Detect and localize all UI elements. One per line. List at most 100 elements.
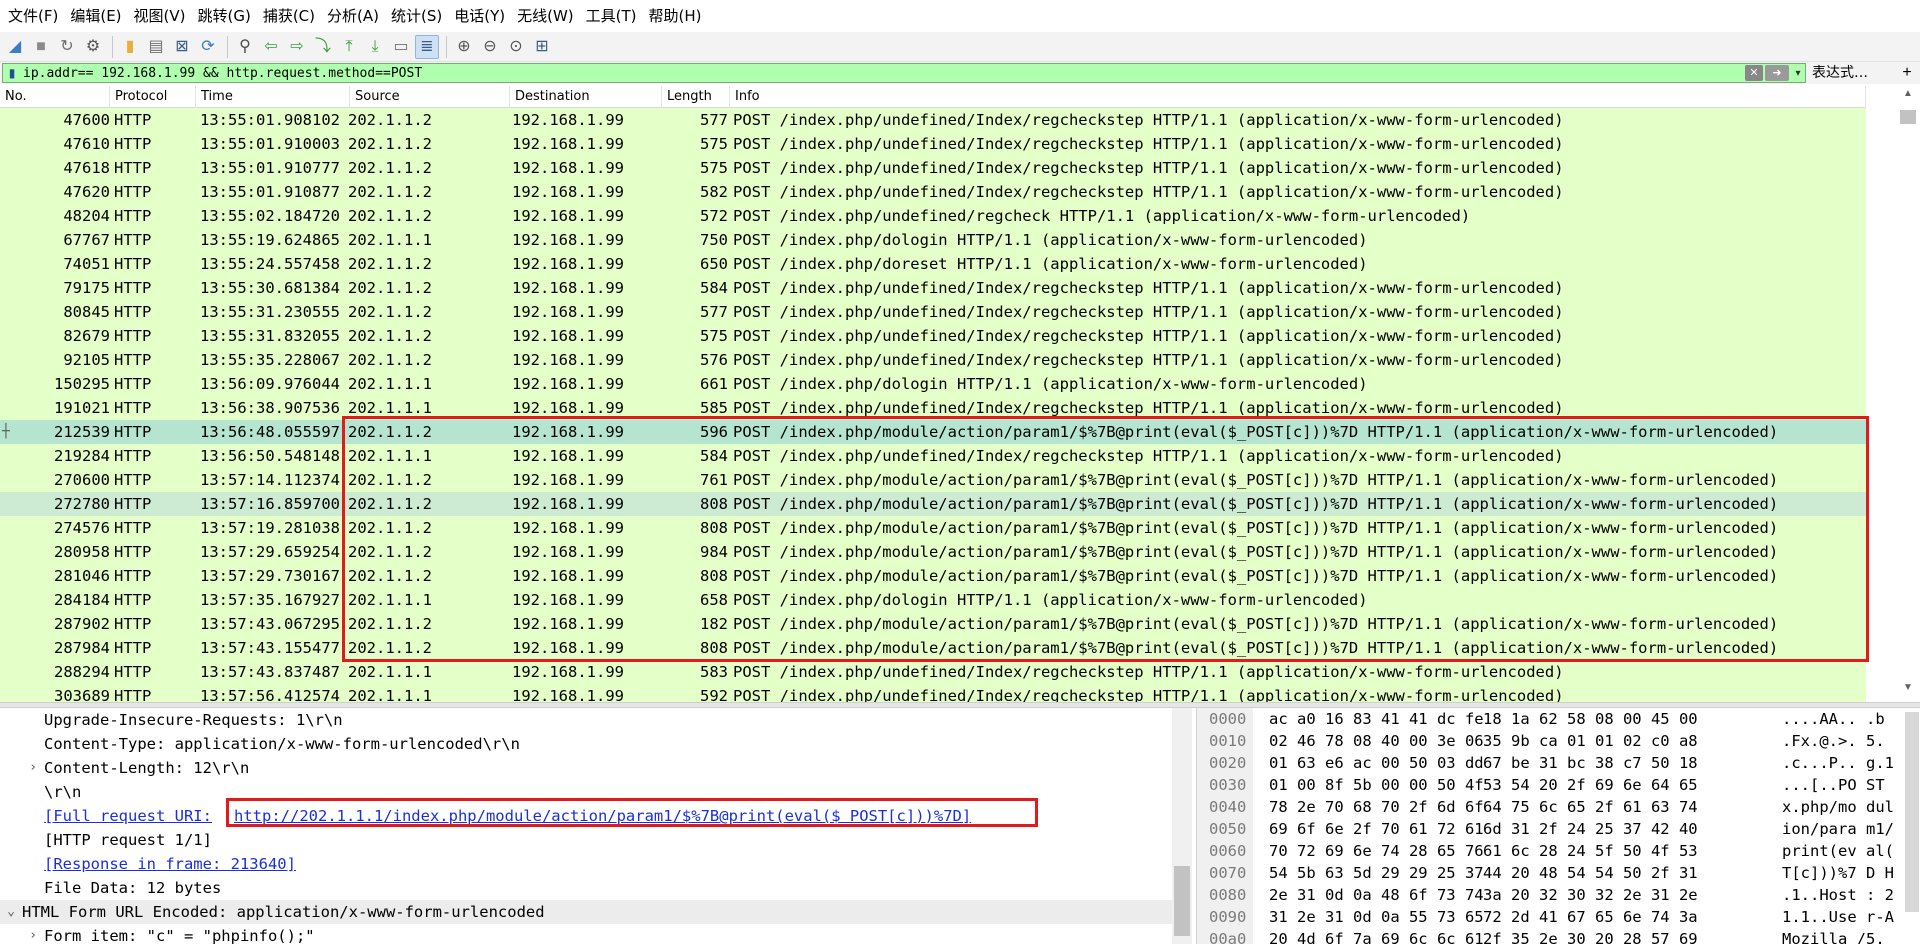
scroll-up-icon[interactable]: ▲: [1900, 88, 1916, 99]
filter-history-dropdown-icon[interactable]: ▾: [1791, 68, 1805, 79]
packet-row[interactable]: 303689 HTTP 13:57:56.412574 202.1.1.1 192.16…: [0, 684, 1866, 702]
packet-row[interactable]: 74051 HTTP 13:55:24.557458 202.1.1.2 192.168…: [0, 252, 1866, 276]
save-file-icon[interactable]: ▤: [144, 35, 168, 59]
stop-capture-icon[interactable]: ■: [29, 35, 53, 59]
close-file-icon[interactable]: ⊠: [170, 35, 194, 59]
bytes-ascii[interactable]: .Fx.@.>. 5.: [1782, 730, 1885, 752]
packet-row[interactable]: 48204 HTTP 13:55:02.184720 202.1.1.2 192.168…: [0, 204, 1866, 228]
packet-row[interactable]: 47600 HTTP 13:55:01.908102 202.1.1.2 192.168…: [0, 108, 1866, 132]
column-header-protocol[interactable]: Protocol: [110, 86, 196, 108]
bytes-ascii[interactable]: ....AA.. .b: [1782, 708, 1885, 730]
bytes-hex-group-2[interactable]: 64 75 6c 65 2f 61 63 74: [1483, 796, 1698, 818]
detail-row[interactable]: › Content-Length: 12\r\n: [0, 756, 1192, 780]
bytes-hex-group-1[interactable]: 69 6f 6e 2f 70 61 72 61: [1269, 818, 1484, 840]
menu-item[interactable]: 跳转(G): [192, 0, 257, 32]
apply-filter-icon[interactable]: ➜: [1765, 65, 1789, 81]
detail-row[interactable]: [HTTP request 1/1]: [0, 828, 1192, 852]
bytes-hex-group-1[interactable]: 02 46 78 08 40 00 3e 06: [1269, 730, 1484, 752]
bytes-hex-group-2[interactable]: 6d 31 2f 24 25 37 42 40: [1483, 818, 1698, 840]
bytes-hex-group-1[interactable]: 31 2e 31 0d 0a 55 73 65: [1269, 906, 1484, 928]
packet-row[interactable]: 47610 HTTP 13:55:01.910003 202.1.1.2 192.168…: [0, 132, 1866, 156]
packet-row[interactable]: 92105 HTTP 13:55:35.228067 202.1.1.2 192.168…: [0, 348, 1866, 372]
column-header-no[interactable]: No.: [0, 86, 110, 108]
reload-file-icon[interactable]: ⟳: [196, 35, 220, 59]
bytes-hex-group-1[interactable]: ac a0 16 83 41 41 dc fe: [1269, 708, 1484, 730]
start-capture-icon[interactable]: ◢: [3, 35, 27, 59]
bytes-hex-group-1[interactable]: 70 72 69 6e 74 28 65 76: [1269, 840, 1484, 862]
packet-list-scrollbar[interactable]: [1866, 86, 1920, 702]
clear-filter-icon[interactable]: ✕: [1745, 65, 1763, 81]
colorize-icon[interactable]: ≣: [415, 34, 439, 59]
column-header-destination[interactable]: Destination: [510, 86, 662, 108]
bytes-hex-group-1[interactable]: 01 63 e6 ac 00 50 03 dd: [1269, 752, 1484, 774]
menu-item[interactable]: 捕获(C): [257, 0, 321, 32]
display-filter-input[interactable]: [21, 64, 1745, 82]
detail-row[interactable]: File Data: 12 bytes: [0, 876, 1192, 900]
details-scroll-thumb[interactable]: [1174, 866, 1190, 936]
bytes-hex-group-2[interactable]: 72 2d 41 67 65 6e 74 3a: [1483, 906, 1698, 928]
bytes-hex-group-2[interactable]: 53 54 20 2f 69 6e 64 65: [1483, 774, 1698, 796]
bytes-ascii[interactable]: Mozilla /5.: [1782, 928, 1885, 944]
zoom-in-icon[interactable]: ⊕: [452, 35, 476, 59]
bytes-ascii[interactable]: 1.1..Use r-A: [1782, 906, 1894, 928]
column-header-length[interactable]: Length: [662, 86, 730, 108]
packet-row[interactable]: 67767 HTTP 13:55:19.624865 202.1.1.1 192.168…: [0, 228, 1866, 252]
go-back-icon[interactable]: ⇦: [259, 35, 283, 59]
menu-item[interactable]: 视图(V): [128, 0, 192, 32]
zoom-out-icon[interactable]: ⊖: [478, 35, 502, 59]
bytes-hex-group-2[interactable]: 18 1a 62 58 08 00 45 00: [1483, 708, 1698, 730]
filter-bookmark-icon[interactable]: ▮: [3, 66, 21, 80]
bytes-ascii[interactable]: print(ev al(: [1782, 840, 1894, 862]
go-first-icon[interactable]: ⤒: [337, 35, 361, 59]
bytes-ascii[interactable]: .c...P.. g.1: [1782, 752, 1894, 774]
menu-item[interactable]: 统计(S): [385, 0, 448, 32]
packet-row[interactable]: 82679 HTTP 13:55:31.832055 202.1.1.2 192.168…: [0, 324, 1866, 348]
bytes-hex-group-2[interactable]: 44 20 48 54 54 50 2f 31: [1483, 862, 1698, 884]
detail-row[interactable]: [Response in frame: 213640]: [0, 852, 1192, 876]
menu-item[interactable]: 分析(A): [321, 0, 385, 32]
bytes-ascii[interactable]: ...[..PO ST: [1782, 774, 1885, 796]
packet-row[interactable]: 47618 HTTP 13:55:01.910777 202.1.1.2 192.168…: [0, 156, 1866, 180]
capture-options-icon[interactable]: ⚙: [81, 35, 105, 59]
menu-item[interactable]: 无线(W): [511, 0, 580, 32]
zoom-normal-icon[interactable]: ⊙: [504, 35, 528, 59]
restart-capture-icon[interactable]: ↻: [55, 35, 79, 59]
bytes-hex-group-2[interactable]: 3a 20 32 30 32 2e 31 2e: [1483, 884, 1698, 906]
autoscroll-icon[interactable]: ▭: [389, 35, 413, 59]
detail-row[interactable]: Upgrade-Insecure-Requests: 1\r\n: [0, 708, 1192, 732]
go-to-packet-icon[interactable]: ⤵: [311, 35, 335, 59]
packet-row[interactable]: 288294 HTTP 13:57:43.837487 202.1.1.1 192.16…: [0, 660, 1866, 684]
menu-item[interactable]: 工具(T): [580, 0, 643, 32]
go-forward-icon[interactable]: ⇨: [285, 35, 309, 59]
bytes-hex-group-1[interactable]: 01 00 8f 5b 00 00 50 4f: [1269, 774, 1484, 796]
detail-link[interactable]: [Response in frame: 213640]: [44, 852, 296, 876]
bytes-scroll-thumb[interactable]: [1905, 712, 1919, 912]
packet-row[interactable]: 80845 HTTP 13:55:31.230555 202.1.1.2 192.168…: [0, 300, 1866, 324]
menu-item[interactable]: 电话(Y): [448, 0, 511, 32]
detail-row[interactable]: › Form item: "c" = "phpinfo();": [0, 924, 1192, 944]
bytes-hex-group-1[interactable]: 54 5b 63 5d 29 29 25 37: [1269, 862, 1484, 884]
column-header-source[interactable]: Source: [350, 86, 510, 108]
column-header-time[interactable]: Time: [196, 86, 350, 108]
bytes-hex-group-1[interactable]: 2e 31 0d 0a 48 6f 73 74: [1269, 884, 1484, 906]
packet-list-scroll-thumb[interactable]: [1900, 110, 1916, 124]
bytes-ascii[interactable]: x.php/mo dul: [1782, 796, 1894, 818]
bytes-ascii[interactable]: ion/para m1/: [1782, 818, 1894, 840]
add-filter-button[interactable]: +: [1898, 62, 1916, 84]
menu-item[interactable]: 编辑(E): [64, 0, 127, 32]
bytes-hex-group-2[interactable]: 67 be 31 bc 38 c7 50 18: [1483, 752, 1698, 774]
bytes-hex-group-2[interactable]: 61 6c 28 24 5f 50 4f 53: [1483, 840, 1698, 862]
bytes-ascii[interactable]: T[c]))%7 D H: [1782, 862, 1894, 884]
bytes-hex-group-1[interactable]: 20 4d 6f 7a 69 6c 6c 61: [1269, 928, 1484, 944]
packet-row[interactable]: 47620 HTTP 13:55:01.910877 202.1.1.2 192.168…: [0, 180, 1866, 204]
resize-columns-icon[interactable]: ⊞: [530, 35, 554, 59]
go-last-icon[interactable]: ⤓: [363, 35, 387, 59]
expression-button[interactable]: 表达式…: [1812, 62, 1868, 84]
scroll-down-icon[interactable]: ▼: [1900, 682, 1916, 693]
expand-arrow-icon[interactable]: ›: [26, 924, 40, 944]
packet-row[interactable]: 150295 HTTP 13:56:09.976044 202.1.1.1 192.16…: [0, 372, 1866, 396]
bytes-ascii[interactable]: .1..Host : 2: [1782, 884, 1894, 906]
packet-row[interactable]: 79175 HTTP 13:55:30.681384 202.1.1.2 192.168…: [0, 276, 1866, 300]
open-file-icon[interactable]: ▮: [118, 35, 142, 59]
menu-item[interactable]: 文件(F): [2, 0, 64, 32]
